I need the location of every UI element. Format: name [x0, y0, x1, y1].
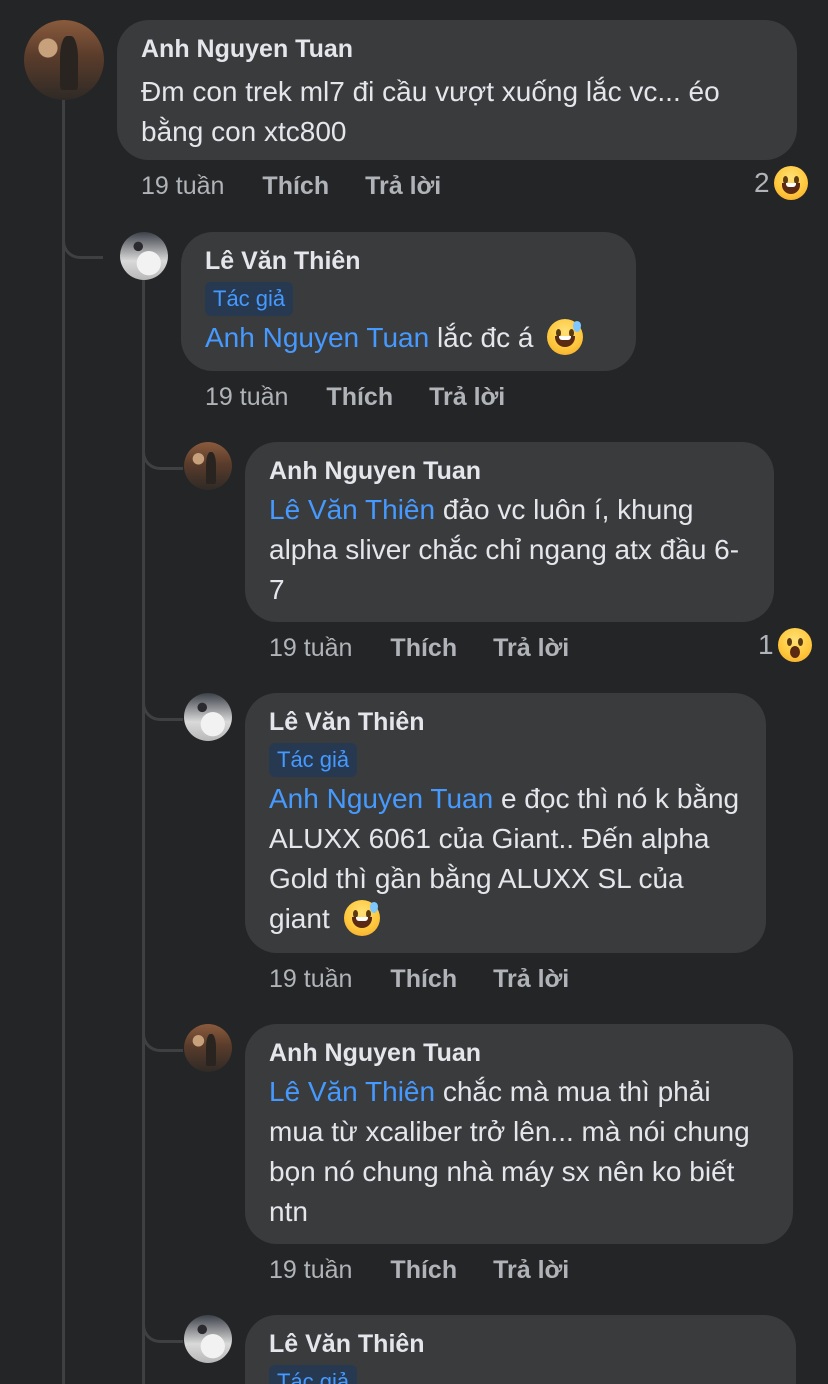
- reply-button[interactable]: Trả lời: [493, 1256, 569, 1284]
- comment-bubble: Lê Văn Thiên Tác giả Anh Nguyen Tuan lắc…: [181, 232, 636, 371]
- avatar[interactable]: [184, 693, 232, 741]
- reaction-summary[interactable]: 1: [758, 628, 812, 662]
- thread-connector: [142, 1310, 183, 1343]
- comment-author[interactable]: Anh Nguyen Tuan: [269, 1038, 769, 1068]
- comment-time[interactable]: 19 tuần: [141, 172, 224, 200]
- comment-text: Đm con trek ml7 đi cầu vượt xuống lắc vc…: [141, 76, 720, 147]
- mention-link[interactable]: Anh Nguyen Tuan: [205, 322, 429, 353]
- avatar[interactable]: [120, 232, 168, 280]
- laughing-emoji-icon: [773, 166, 808, 200]
- comment-actions: 19 tuần Thích Trả lời: [269, 633, 569, 663]
- mention-link[interactable]: Anh Nguyen Tuan: [269, 783, 493, 814]
- avatar[interactable]: [184, 442, 232, 490]
- thread-line-main: [62, 100, 65, 1384]
- comment-bubble: Anh Nguyen Tuan Đm con trek ml7 đi cầu v…: [117, 20, 797, 160]
- comment-actions: 19 tuần Thích Trả lời: [269, 964, 569, 994]
- comment-author[interactable]: Anh Nguyen Tuan: [269, 456, 750, 486]
- sweat-smile-emoji-icon: [547, 318, 584, 355]
- comment-bubble: Anh Nguyen Tuan Lê Văn Thiên đảo vc luôn…: [245, 442, 774, 622]
- comment-bubble: Lê Văn Thiên Tác giả: [245, 1315, 796, 1384]
- comment-time[interactable]: 19 tuần: [205, 383, 288, 411]
- comment-actions: 19 tuần Thích Trả lời: [141, 171, 441, 201]
- reply-button[interactable]: Trả lời: [493, 965, 569, 993]
- thread-connector: [142, 437, 183, 470]
- comment-author[interactable]: Lê Văn Thiên: [269, 707, 742, 737]
- thread-connector: [62, 226, 103, 259]
- comment-text: Lê Văn Thiên chắc mà mua thì phải mua từ…: [269, 1076, 750, 1227]
- comment-author[interactable]: Lê Văn Thiên: [205, 246, 612, 276]
- author-badge: Tác giả: [205, 282, 294, 316]
- reply-button[interactable]: Trả lời: [429, 383, 505, 411]
- comment-time[interactable]: 19 tuần: [269, 965, 352, 993]
- like-button[interactable]: Thích: [326, 383, 393, 411]
- avatar[interactable]: [184, 1315, 232, 1363]
- comment-text: Lê Văn Thiên đảo vc luôn í, khung alpha …: [269, 494, 740, 605]
- sweat-smile-emoji-icon: [343, 899, 380, 936]
- comment-time[interactable]: 19 tuần: [269, 634, 352, 662]
- comment-bubble: Lê Văn Thiên Tác giả Anh Nguyen Tuan e đ…: [245, 693, 766, 953]
- thread-connector: [142, 688, 183, 721]
- comment-author[interactable]: Anh Nguyen Tuan: [141, 34, 773, 64]
- comment-author[interactable]: Lê Văn Thiên: [269, 1329, 772, 1359]
- avatar[interactable]: [24, 20, 104, 100]
- comment-actions: 19 tuần Thích Trả lời: [205, 382, 505, 412]
- mention-link[interactable]: Lê Văn Thiên: [269, 1076, 435, 1107]
- reaction-count: 1: [758, 629, 774, 660]
- reaction-count: 2: [754, 167, 770, 198]
- like-button[interactable]: Thích: [262, 172, 329, 200]
- comment-actions: 19 tuần Thích Trả lời: [269, 1255, 569, 1285]
- comment-bubble: Anh Nguyen Tuan Lê Văn Thiên chắc mà mua…: [245, 1024, 793, 1244]
- thread-connector: [142, 1019, 183, 1052]
- like-button[interactable]: Thích: [390, 965, 457, 993]
- like-button[interactable]: Thích: [390, 1256, 457, 1284]
- comment-text: Anh Nguyen Tuan e đọc thì nó k bằng ALUX…: [269, 783, 740, 936]
- mention-link[interactable]: Lê Văn Thiên: [269, 494, 435, 525]
- comment-time[interactable]: 19 tuần: [269, 1256, 352, 1284]
- comment-text: Anh Nguyen Tuan lắc đc á: [205, 318, 612, 358]
- like-button[interactable]: Thích: [390, 634, 457, 662]
- reaction-summary[interactable]: 2: [754, 166, 808, 200]
- reply-button[interactable]: Trả lời: [493, 634, 569, 662]
- reply-button[interactable]: Trả lời: [365, 172, 441, 200]
- author-badge: Tác giả: [269, 743, 358, 777]
- avatar[interactable]: [184, 1024, 232, 1072]
- author-badge: Tác giả: [269, 1365, 358, 1384]
- wow-emoji-icon: [777, 628, 812, 662]
- comment-thread: Anh Nguyen Tuan Đm con trek ml7 đi cầu v…: [0, 0, 828, 1384]
